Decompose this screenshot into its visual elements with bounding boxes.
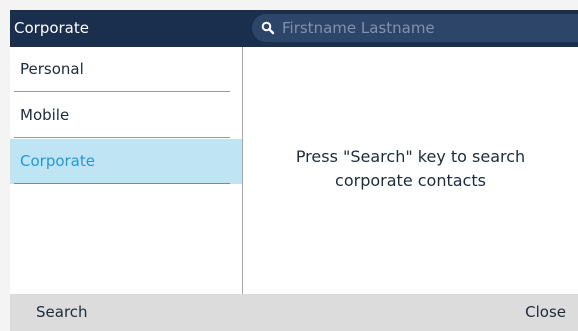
phone-screen: Corporate Personal Mobile Corporate Pres… xyxy=(10,10,578,331)
close-softkey[interactable]: Close xyxy=(525,294,566,331)
sidebar-item-personal[interactable]: Personal xyxy=(10,47,242,92)
message-line-2: corporate contacts xyxy=(335,171,486,190)
sidebar: Personal Mobile Corporate xyxy=(10,47,243,294)
search-input[interactable] xyxy=(282,14,572,42)
search-icon xyxy=(261,21,275,35)
message-line-1: Press "Search" key to search xyxy=(295,147,526,166)
search-box[interactable] xyxy=(252,14,578,42)
sidebar-item-label: Corporate xyxy=(20,152,95,170)
sidebar-item-mobile[interactable]: Mobile xyxy=(10,93,242,138)
header-bar: Corporate xyxy=(10,10,578,47)
divider xyxy=(14,183,230,184)
sidebar-item-corporate[interactable]: Corporate xyxy=(10,139,242,184)
softkey-bar: Search Close xyxy=(10,294,578,331)
sidebar-item-label: Personal xyxy=(20,60,84,78)
divider xyxy=(14,137,230,138)
search-hint-message: Press "Search" key to search corporate c… xyxy=(243,145,578,193)
sidebar-item-label: Mobile xyxy=(20,106,70,124)
divider xyxy=(14,91,230,92)
search-softkey[interactable]: Search xyxy=(36,294,88,331)
page-title: Corporate xyxy=(14,19,89,37)
